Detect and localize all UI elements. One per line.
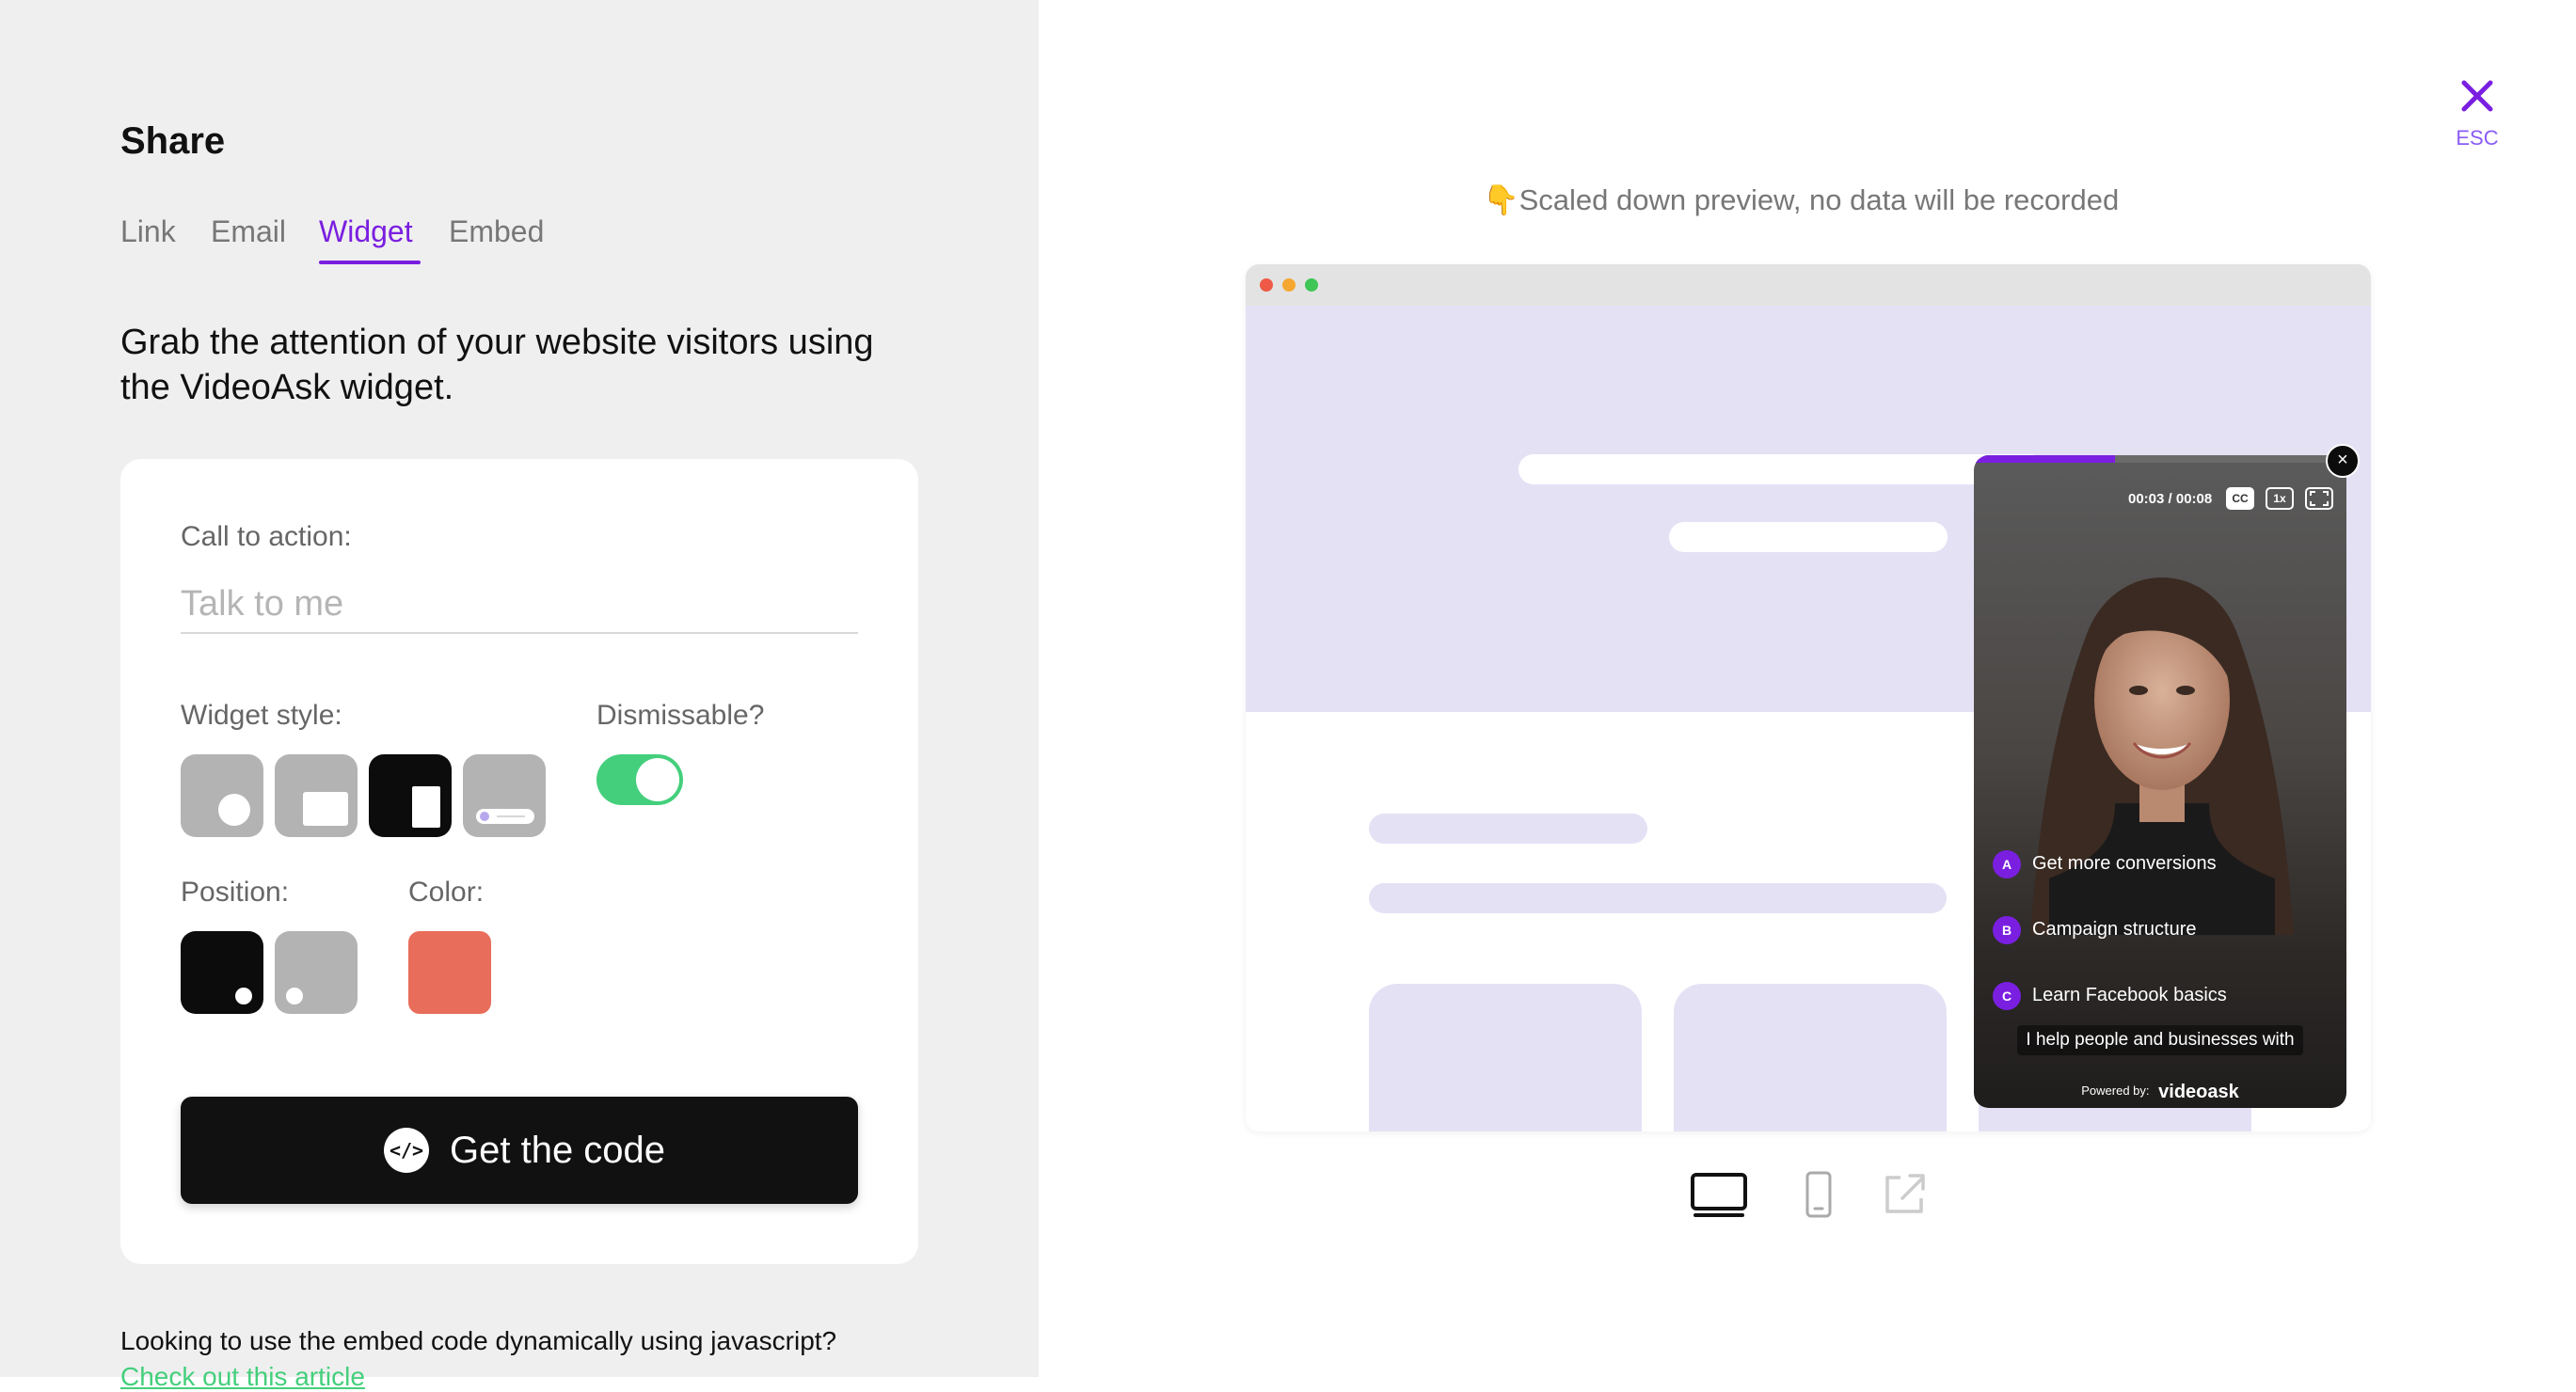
mobile-icon[interactable] — [1805, 1170, 1833, 1219]
widget-close-button[interactable]: × — [2326, 444, 2360, 478]
widget-style-pill-button[interactable] — [463, 754, 546, 837]
placeholder-line — [1369, 883, 1947, 913]
get-code-label: Get the code — [450, 1130, 666, 1171]
browser-toolbar — [1246, 264, 2371, 306]
placeholder-line — [1669, 522, 1948, 552]
placeholder-line — [1369, 814, 1647, 844]
powered-by[interactable]: Powered by: videoask — [1974, 1074, 2346, 1108]
placeholder-line — [1519, 454, 2045, 484]
code-icon: </> — [384, 1128, 429, 1173]
bottom-right-dot-icon — [235, 988, 252, 1004]
minimize-dot-icon — [1282, 278, 1296, 292]
open-external-icon[interactable] — [1882, 1170, 1929, 1217]
embed-help-link[interactable]: Check out this article — [120, 1362, 365, 1392]
tab-link[interactable]: Link — [120, 214, 176, 249]
widget-style-circle-button[interactable] — [181, 754, 263, 837]
rectangle-style-icon — [303, 792, 348, 826]
share-panel: Share Link Email Widget Embed Grab the a… — [0, 0, 1039, 1391]
placeholder-card — [1369, 984, 1642, 1131]
widget-style-tall-button[interactable] — [369, 754, 452, 837]
position-label: Position: — [181, 877, 290, 908]
tab-embed[interactable]: Embed — [449, 214, 544, 249]
page-title: Share — [120, 120, 226, 162]
preview-note: 👇Scaled down preview, no data will be re… — [1483, 183, 2120, 216]
color-picker-swatch[interactable] — [408, 931, 491, 1014]
fullscreen-button[interactable] — [2305, 487, 2333, 510]
video-caption: I help people and businesses with — [2017, 1025, 2303, 1055]
answer-option-c[interactable]: C Learn Facebook basics — [1993, 974, 2331, 1018]
widget-style-rectangle-button[interactable] — [275, 754, 358, 837]
bottom-left-dot-icon — [286, 988, 303, 1004]
answer-option-a[interactable]: A Get more conversions — [1993, 843, 2331, 886]
tab-widget[interactable]: Widget — [319, 214, 413, 249]
maximize-dot-icon — [1305, 278, 1318, 292]
answer-label: Get more conversions — [2032, 853, 2217, 874]
widget-style-label: Widget style: — [181, 700, 342, 731]
answer-label: Campaign structure — [2032, 919, 2197, 940]
tall-rectangle-style-icon — [412, 786, 440, 828]
position-bottom-left-button[interactable] — [275, 931, 358, 1014]
get-code-button[interactable]: </> Get the code — [181, 1097, 858, 1204]
answer-option-b[interactable]: B Campaign structure — [1993, 909, 2331, 952]
close-button[interactable]: ESC — [2446, 77, 2508, 152]
video-widget[interactable]: 00:03 / 00:08 CC 1x A Get more conversio… — [1974, 455, 2346, 1108]
dismissable-toggle[interactable] — [596, 754, 683, 805]
pill-style-icon — [476, 809, 534, 824]
answer-label: Learn Facebook basics — [2032, 985, 2227, 1005]
placeholder-card — [1674, 984, 1947, 1131]
toggle-knob — [636, 758, 679, 801]
position-bottom-right-button[interactable] — [181, 931, 263, 1014]
embed-help-question: Looking to use the embed code dynamicall… — [120, 1326, 837, 1355]
active-tab-indicator — [319, 261, 421, 264]
desktop-icon[interactable] — [1690, 1172, 1748, 1219]
tab-email[interactable]: Email — [211, 214, 286, 249]
widget-headline: Grab the attention of your website visit… — [120, 323, 874, 407]
close-icon — [2461, 80, 2493, 112]
esc-label: ESC — [2456, 126, 2499, 150]
captions-button[interactable]: CC — [2226, 487, 2254, 510]
answer-badge: C — [1993, 982, 2021, 1010]
color-label: Color: — [408, 877, 485, 908]
video-time: 00:03 / 00:08 — [2128, 491, 2213, 507]
videoask-logo: videoask — [2158, 1081, 2239, 1102]
fullscreen-icon — [2310, 491, 2329, 506]
close-dot-icon — [1260, 278, 1273, 292]
widget-settings-card: Call to action: Widget style: Dismissabl… — [120, 459, 918, 1264]
answer-badge: B — [1993, 916, 2021, 944]
dismissable-label: Dismissable? — [596, 700, 765, 731]
cta-label: Call to action: — [181, 521, 352, 552]
powered-by-label: Powered by: — [2081, 1084, 2150, 1098]
playback-speed-button[interactable]: 1x — [2266, 487, 2294, 510]
answer-badge: A — [1993, 850, 2021, 878]
circle-style-icon — [218, 794, 250, 826]
cta-input[interactable] — [181, 576, 858, 634]
video-progress-bar — [1974, 455, 2116, 463]
